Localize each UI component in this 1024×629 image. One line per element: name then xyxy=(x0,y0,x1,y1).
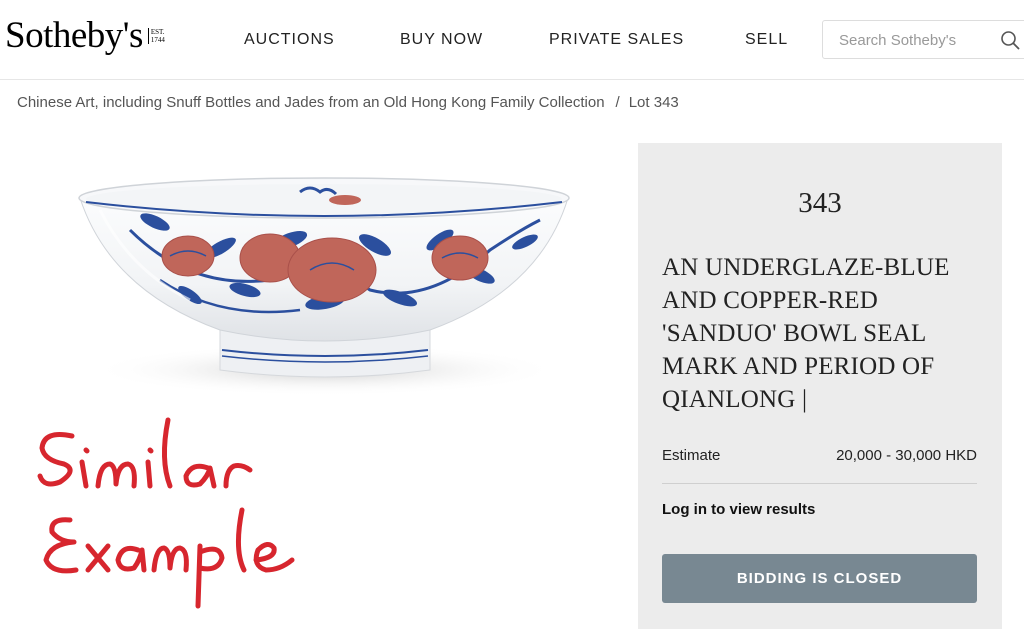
lot-title: AN UNDERGLAZE-BLUE AND COPPER-RED 'SANDU… xyxy=(662,254,950,413)
logo-est-mark: EST. 1744 xyxy=(147,27,165,44)
search-input[interactable] xyxy=(839,30,989,50)
sothebys-logo[interactable]: Sotheby's EST. 1744 xyxy=(5,14,165,57)
breadcrumb-auction-link[interactable]: Chinese Art, including Snuff Bottles and… xyxy=(17,94,605,111)
breadcrumb-separator: / xyxy=(615,94,620,111)
bidding-closed-button[interactable]: BIDDING IS CLOSED xyxy=(662,554,977,603)
site-header: Sotheby's EST. 1744 AUCTIONS BUY NOW PRI… xyxy=(0,0,1024,80)
logo-year-text: 1744 xyxy=(150,35,165,44)
breadcrumb-current: Lot 343 xyxy=(628,94,679,111)
login-to-view-results-link[interactable]: Log in to view results xyxy=(662,501,815,518)
logo-est-text: EST. xyxy=(150,27,165,36)
lot-number: 343 xyxy=(798,187,842,219)
lot-info-panel: 343 AN UNDERGLAZE-BLUE AND COPPER-RED 'S… xyxy=(638,143,1002,629)
lot-image-area[interactable] xyxy=(0,140,625,629)
breadcrumb: Chinese Art, including Snuff Bottles and… xyxy=(17,94,679,111)
bowl-image xyxy=(78,177,570,396)
search-icon[interactable] xyxy=(1000,30,1020,50)
nav-auctions[interactable]: AUCTIONS xyxy=(244,31,335,49)
nav-private-sales[interactable]: PRIVATE SALES xyxy=(549,31,684,49)
search-box xyxy=(822,20,1024,59)
nav-sell[interactable]: SELL xyxy=(745,31,788,49)
similar-example-handwriting xyxy=(37,417,295,609)
nav-buy-now[interactable]: BUY NOW xyxy=(400,31,483,49)
estimate-label: Estimate xyxy=(662,447,721,464)
logo-wordmark: Sotheby's xyxy=(5,15,143,56)
divider xyxy=(662,483,977,484)
estimate-value: 20,000 - 30,000 HKD xyxy=(836,447,977,464)
